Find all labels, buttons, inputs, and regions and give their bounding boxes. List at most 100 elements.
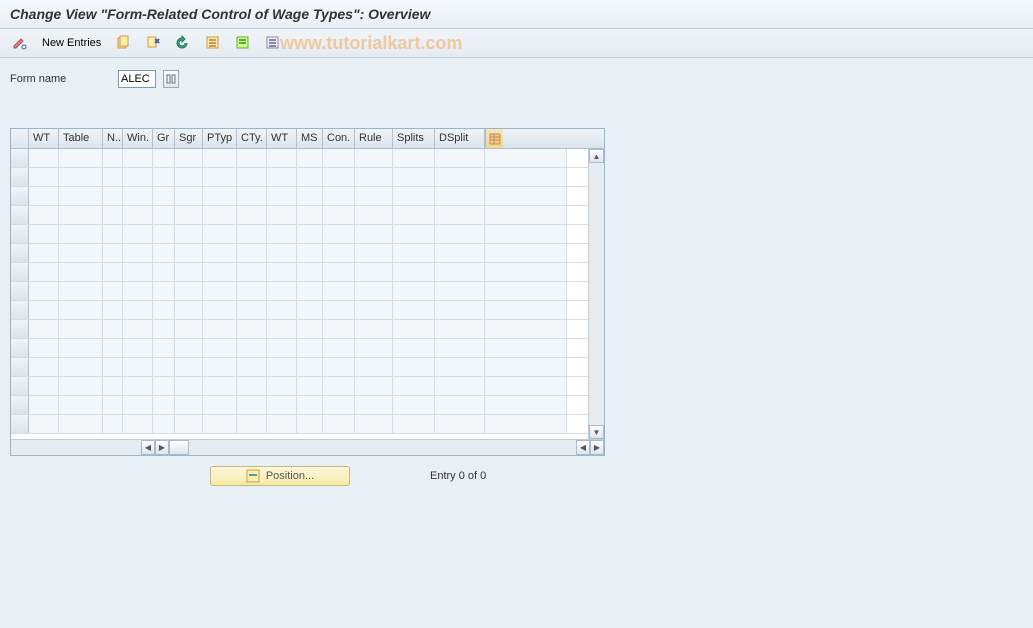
table-cell[interactable] bbox=[297, 206, 323, 224]
table-cell[interactable] bbox=[59, 301, 103, 319]
deselect-all-button[interactable] bbox=[261, 33, 285, 53]
table-cell[interactable] bbox=[267, 396, 297, 414]
table-cell[interactable] bbox=[297, 168, 323, 186]
table-cell[interactable] bbox=[175, 415, 203, 433]
table-cell[interactable] bbox=[237, 263, 267, 281]
table-cell[interactable] bbox=[123, 168, 153, 186]
scroll-right-end-button[interactable]: ▶ bbox=[590, 440, 604, 455]
table-cell[interactable] bbox=[237, 301, 267, 319]
table-cell[interactable] bbox=[297, 282, 323, 300]
table-cell[interactable] bbox=[355, 282, 393, 300]
table-cell[interactable] bbox=[393, 263, 435, 281]
table-cell[interactable] bbox=[153, 339, 175, 357]
table-cell[interactable] bbox=[103, 377, 123, 395]
table-cell[interactable] bbox=[203, 358, 237, 376]
table-cell[interactable] bbox=[485, 187, 567, 205]
position-button[interactable]: Position... bbox=[210, 466, 350, 486]
table-cell[interactable] bbox=[355, 225, 393, 243]
table-cell[interactable] bbox=[267, 377, 297, 395]
row-selector[interactable] bbox=[11, 358, 29, 376]
table-cell[interactable] bbox=[355, 244, 393, 262]
table-cell[interactable] bbox=[59, 225, 103, 243]
table-cell[interactable] bbox=[485, 282, 567, 300]
table-cell[interactable] bbox=[323, 168, 355, 186]
table-cell[interactable] bbox=[267, 339, 297, 357]
table-cell[interactable] bbox=[393, 206, 435, 224]
table-cell[interactable] bbox=[355, 168, 393, 186]
table-cell[interactable] bbox=[203, 415, 237, 433]
table-cell[interactable] bbox=[323, 377, 355, 395]
table-cell[interactable] bbox=[355, 206, 393, 224]
delete-button[interactable] bbox=[141, 33, 165, 53]
row-selector[interactable] bbox=[11, 282, 29, 300]
table-cell[interactable] bbox=[29, 263, 59, 281]
table-cell[interactable] bbox=[29, 339, 59, 357]
table-cell[interactable] bbox=[485, 244, 567, 262]
row-selector[interactable] bbox=[11, 244, 29, 262]
col-header-cty[interactable]: CTy. bbox=[237, 129, 267, 148]
row-selector[interactable] bbox=[11, 206, 29, 224]
table-cell[interactable] bbox=[175, 187, 203, 205]
table-cell[interactable] bbox=[267, 244, 297, 262]
table-cell[interactable] bbox=[123, 301, 153, 319]
table-row[interactable] bbox=[11, 415, 604, 434]
table-cell[interactable] bbox=[237, 225, 267, 243]
table-row[interactable] bbox=[11, 206, 604, 225]
table-cell[interactable] bbox=[393, 320, 435, 338]
copy-button[interactable] bbox=[111, 33, 135, 53]
table-cell[interactable] bbox=[485, 149, 567, 167]
table-cell[interactable] bbox=[323, 187, 355, 205]
table-cell[interactable] bbox=[355, 358, 393, 376]
table-cell[interactable] bbox=[29, 282, 59, 300]
table-cell[interactable] bbox=[103, 415, 123, 433]
table-cell[interactable] bbox=[203, 320, 237, 338]
table-cell[interactable] bbox=[123, 377, 153, 395]
table-cell[interactable] bbox=[153, 206, 175, 224]
table-cell[interactable] bbox=[103, 263, 123, 281]
table-cell[interactable] bbox=[355, 377, 393, 395]
table-row[interactable] bbox=[11, 149, 604, 168]
table-cell[interactable] bbox=[103, 282, 123, 300]
table-cell[interactable] bbox=[203, 168, 237, 186]
table-cell[interactable] bbox=[59, 320, 103, 338]
table-cell[interactable] bbox=[393, 244, 435, 262]
table-row[interactable] bbox=[11, 358, 604, 377]
table-cell[interactable] bbox=[175, 168, 203, 186]
table-cell[interactable] bbox=[203, 225, 237, 243]
table-cell[interactable] bbox=[435, 225, 485, 243]
row-selector[interactable] bbox=[11, 263, 29, 281]
table-cell[interactable] bbox=[393, 187, 435, 205]
table-cell[interactable] bbox=[267, 225, 297, 243]
table-cell[interactable] bbox=[297, 244, 323, 262]
table-cell[interactable] bbox=[59, 358, 103, 376]
table-cell[interactable] bbox=[59, 149, 103, 167]
table-cell[interactable] bbox=[29, 187, 59, 205]
table-cell[interactable] bbox=[237, 415, 267, 433]
table-cell[interactable] bbox=[485, 225, 567, 243]
table-cell[interactable] bbox=[393, 415, 435, 433]
table-cell[interactable] bbox=[103, 225, 123, 243]
table-cell[interactable] bbox=[29, 377, 59, 395]
table-cell[interactable] bbox=[153, 263, 175, 281]
table-cell[interactable] bbox=[393, 358, 435, 376]
table-cell[interactable] bbox=[393, 339, 435, 357]
table-cell[interactable] bbox=[153, 282, 175, 300]
table-cell[interactable] bbox=[203, 244, 237, 262]
col-header-sgr[interactable]: Sgr bbox=[175, 129, 203, 148]
table-cell[interactable] bbox=[297, 225, 323, 243]
table-cell[interactable] bbox=[435, 282, 485, 300]
col-header-ms[interactable]: MS bbox=[297, 129, 323, 148]
table-cell[interactable] bbox=[267, 301, 297, 319]
table-cell[interactable] bbox=[103, 206, 123, 224]
table-cell[interactable] bbox=[485, 358, 567, 376]
table-cell[interactable] bbox=[153, 320, 175, 338]
table-cell[interactable] bbox=[393, 225, 435, 243]
select-all-button[interactable] bbox=[201, 33, 225, 53]
table-cell[interactable] bbox=[203, 206, 237, 224]
row-selector[interactable] bbox=[11, 339, 29, 357]
table-cell[interactable] bbox=[267, 149, 297, 167]
table-cell[interactable] bbox=[237, 206, 267, 224]
table-cell[interactable] bbox=[485, 339, 567, 357]
table-cell[interactable] bbox=[323, 263, 355, 281]
row-selector[interactable] bbox=[11, 396, 29, 414]
